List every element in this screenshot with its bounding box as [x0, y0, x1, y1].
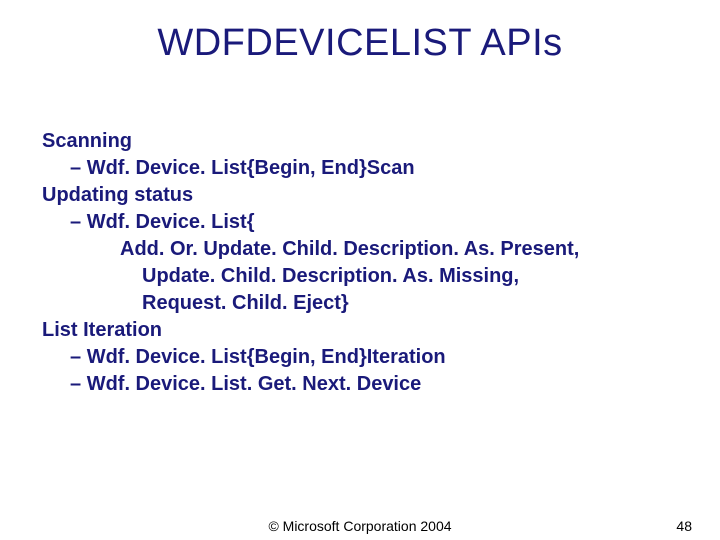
- section-heading-updating: Updating status: [42, 182, 678, 209]
- section-heading-scanning: Scanning: [42, 128, 678, 155]
- bullet-subitem: Add. Or. Update. Child. Description. As.…: [42, 236, 678, 263]
- section-heading-iteration: List Iteration: [42, 317, 678, 344]
- bullet-item: Wdf. Device. List{Begin, End}Scan: [42, 155, 678, 182]
- bullet-subitem: Update. Child. Description. As. Missing,: [42, 263, 678, 290]
- bullet-item: Wdf. Device. List. Get. Next. Device: [42, 371, 678, 398]
- page-number: 48: [676, 518, 692, 534]
- bullet-item: Wdf. Device. List{: [42, 209, 678, 236]
- slide-body: Scanning Wdf. Device. List{Begin, End}Sc…: [42, 128, 678, 398]
- copyright-text: © Microsoft Corporation 2004: [0, 518, 720, 534]
- bullet-subitem: Request. Child. Eject}: [42, 290, 678, 317]
- slide: WDFDEVICELIST APIs Scanning Wdf. Device.…: [0, 0, 720, 540]
- bullet-item: Wdf. Device. List{Begin, End}Iteration: [42, 344, 678, 371]
- slide-title: WDFDEVICELIST APIs: [0, 22, 720, 65]
